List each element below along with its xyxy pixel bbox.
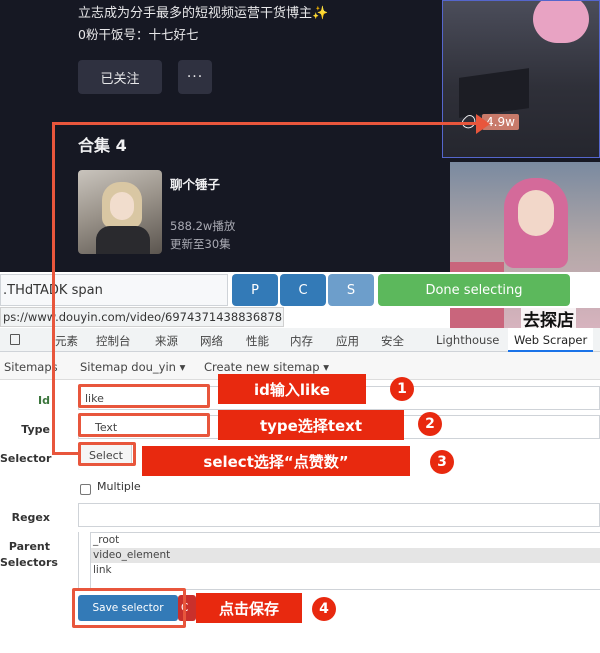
- id-label: Id: [38, 394, 50, 407]
- collection-thumbnail[interactable]: [78, 170, 162, 254]
- tab-network[interactable]: 网络: [200, 333, 223, 349]
- parent-selectors-label-1: Parent: [8, 540, 50, 553]
- devtools-tab-bar: 元素 控制台 来源 网络 性能 内存 应用 安全 Lighthouse Web …: [0, 328, 600, 352]
- select-parent-button[interactable]: P: [232, 274, 278, 306]
- parent-selectors-list[interactable]: _root video_element link: [90, 532, 600, 590]
- select-child-button[interactable]: C: [280, 274, 326, 306]
- tab-console[interactable]: 控制台: [96, 333, 131, 349]
- parent-option-video-element[interactable]: video_element: [91, 548, 600, 563]
- nav-create-sitemap[interactable]: Create new sitemap ▾: [204, 360, 329, 374]
- nav-sitemap-dropdown[interactable]: Sitemap dou_yin ▾: [80, 360, 185, 374]
- nav-sitemaps[interactable]: Sitemaps: [4, 360, 58, 374]
- more-options-button[interactable]: ···: [178, 60, 212, 94]
- arrow-line-bottom: [52, 452, 80, 455]
- inspect-element-icon[interactable]: [10, 334, 20, 345]
- type-label: Type: [21, 423, 50, 436]
- tab-memory[interactable]: 内存: [290, 333, 313, 349]
- multiple-label: Multiple: [97, 480, 141, 493]
- done-selecting-button[interactable]: Done selecting: [378, 274, 570, 306]
- arrow-line-vertical: [52, 122, 55, 454]
- profile-bio: 立志成为分手最多的短视频运营干货博主✨: [78, 6, 329, 21]
- selector-preview-input[interactable]: .THdTADK span: [0, 274, 228, 306]
- tab-application[interactable]: 应用: [336, 333, 359, 349]
- selector-label: Selector: [0, 452, 52, 465]
- highlight-id-input: [78, 384, 210, 408]
- annotation-label-2: type选择text: [218, 410, 404, 440]
- annotation-label-4: 点击保存: [196, 593, 302, 623]
- parent-option-root[interactable]: _root: [91, 533, 600, 548]
- annotation-number-4: 4: [312, 597, 336, 621]
- tab-web-scraper[interactable]: Web Scraper: [508, 328, 594, 352]
- highlight-save-button: [72, 588, 186, 628]
- parent-selectors-label-2: Selectors: [0, 556, 58, 569]
- annotation-number-1: 1: [390, 377, 414, 401]
- highlight-type-select: [78, 413, 210, 437]
- screenshot-root: 立志成为分手最多的短视频运营干货博主✨ 0粉干饭号：十七好七 已关注 ··· 合…: [0, 0, 600, 653]
- collection-heading: 合集 4: [78, 136, 127, 155]
- collection-update-status: 更新至30集: [170, 237, 231, 251]
- collection-play-count: 588.2w播放: [170, 219, 236, 233]
- multiple-checkbox[interactable]: [80, 484, 91, 495]
- regex-label: Regex: [11, 511, 50, 524]
- annotation-number-2: 2: [418, 412, 442, 436]
- video-thumbnail-1[interactable]: [442, 0, 600, 158]
- parent-option-link[interactable]: link: [91, 563, 600, 578]
- tab-elements[interactable]: 元素: [55, 333, 78, 349]
- annotation-number-3: 3: [430, 450, 454, 474]
- select-similar-button[interactable]: S: [328, 274, 374, 306]
- tab-sources[interactable]: 来源: [155, 333, 178, 349]
- tab-performance[interactable]: 性能: [246, 333, 269, 349]
- regex-input[interactable]: [78, 503, 600, 527]
- arrow-line-top: [52, 122, 478, 125]
- tab-security[interactable]: 安全: [381, 333, 404, 349]
- tab-lighthouse[interactable]: Lighthouse: [436, 333, 499, 347]
- followed-button[interactable]: 已关注: [78, 60, 162, 94]
- collection-name[interactable]: 聊个锤子: [170, 174, 220, 193]
- arrow-head-icon: [476, 114, 490, 134]
- annotation-label-3: select选择“点赞数”: [142, 446, 410, 476]
- page-url: ps://www.douyin.com/video/69743714388368…: [0, 307, 284, 327]
- profile-fan-line: 0粉干饭号：十七好七: [78, 27, 199, 42]
- highlight-select-button: [78, 442, 136, 466]
- annotation-label-1: id输入like: [218, 374, 366, 404]
